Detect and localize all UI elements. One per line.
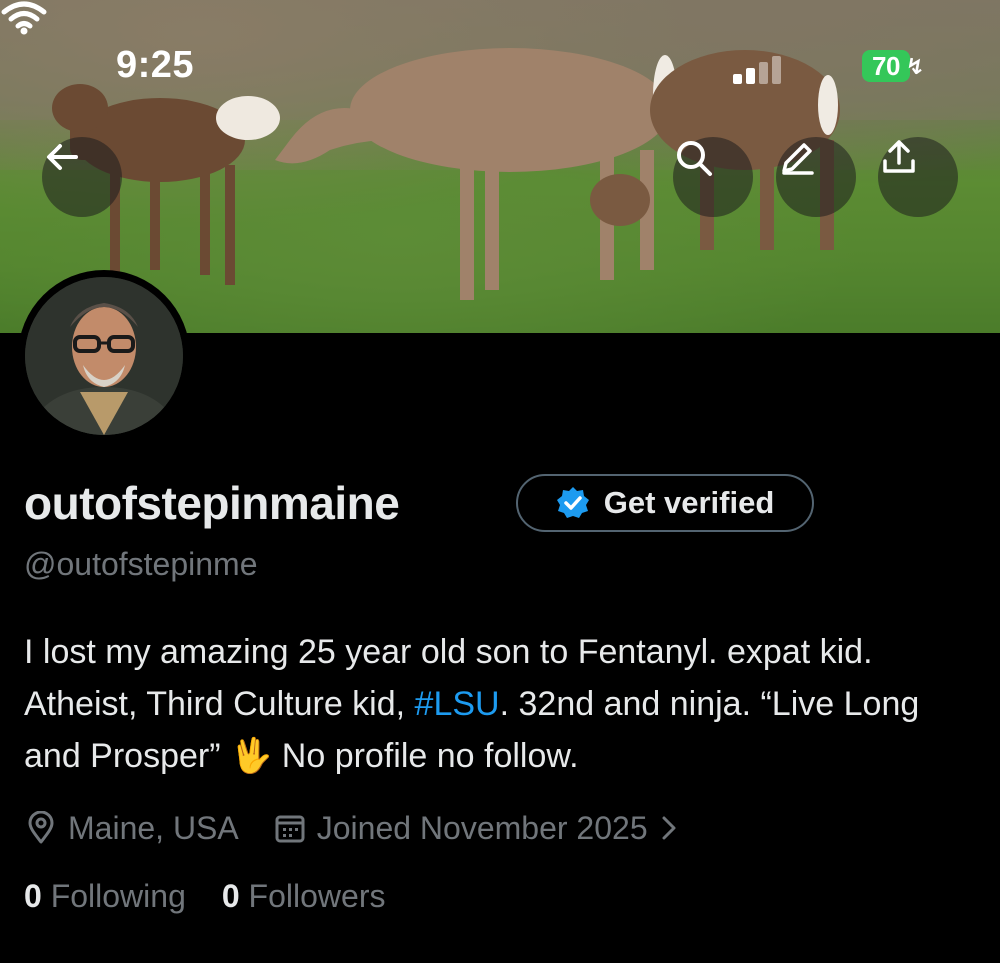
get-verified-button[interactable]: Get verified	[516, 474, 814, 532]
edit-button[interactable]	[776, 137, 856, 217]
share-button[interactable]	[878, 137, 958, 217]
followers-link[interactable]: 0 Followers	[222, 878, 386, 915]
following-label: Following	[50, 878, 186, 914]
get-verified-label: Get verified	[603, 485, 775, 520]
following-count: 0	[24, 878, 42, 914]
search-button[interactable]	[673, 137, 753, 217]
location-pin-icon	[28, 811, 54, 844]
joined-item[interactable]: Joined November 2025	[273, 810, 680, 847]
status-time: 9:25	[116, 44, 195, 86]
verified-badge-icon	[556, 487, 589, 518]
cellular-signal-icon	[733, 54, 783, 84]
user-handle: @outofstepinme	[24, 546, 258, 582]
profile-meta: Maine, USA Joined November 2025	[24, 806, 680, 850]
search-icon	[677, 141, 712, 176]
location-text: Maine, USA	[68, 809, 239, 846]
charging-bolt-icon: ↯	[906, 54, 925, 79]
wifi-icon	[1, 1, 47, 35]
hashtag-link[interactable]: #LSU	[415, 685, 500, 723]
share-icon	[883, 140, 915, 173]
followers-count: 0	[221, 878, 240, 914]
location-item: Maine, USA	[24, 810, 239, 847]
back-button[interactable]	[42, 137, 122, 217]
pencil-icon	[782, 143, 814, 175]
profile-bio: I lost my amazing 25 year old son to Fen…	[24, 626, 984, 782]
display-name: outofstepinmaine	[24, 477, 400, 529]
avatar-image	[25, 277, 183, 435]
follow-stats: 0 Following 0 Followers	[24, 878, 385, 915]
profile-avatar[interactable]	[18, 270, 190, 442]
chevron-right-icon	[662, 816, 676, 840]
calendar-icon	[275, 815, 305, 843]
following-link[interactable]: 0 Following	[24, 878, 186, 915]
battery-indicator: 70	[862, 50, 910, 82]
joined-date: Joined November 2025	[316, 809, 648, 846]
vulcan-salute-emoji: 🖖	[230, 737, 273, 775]
bio-text: No profile no follow.	[272, 737, 579, 775]
followers-label: Followers	[248, 878, 386, 914]
arrow-left-icon	[47, 144, 78, 170]
